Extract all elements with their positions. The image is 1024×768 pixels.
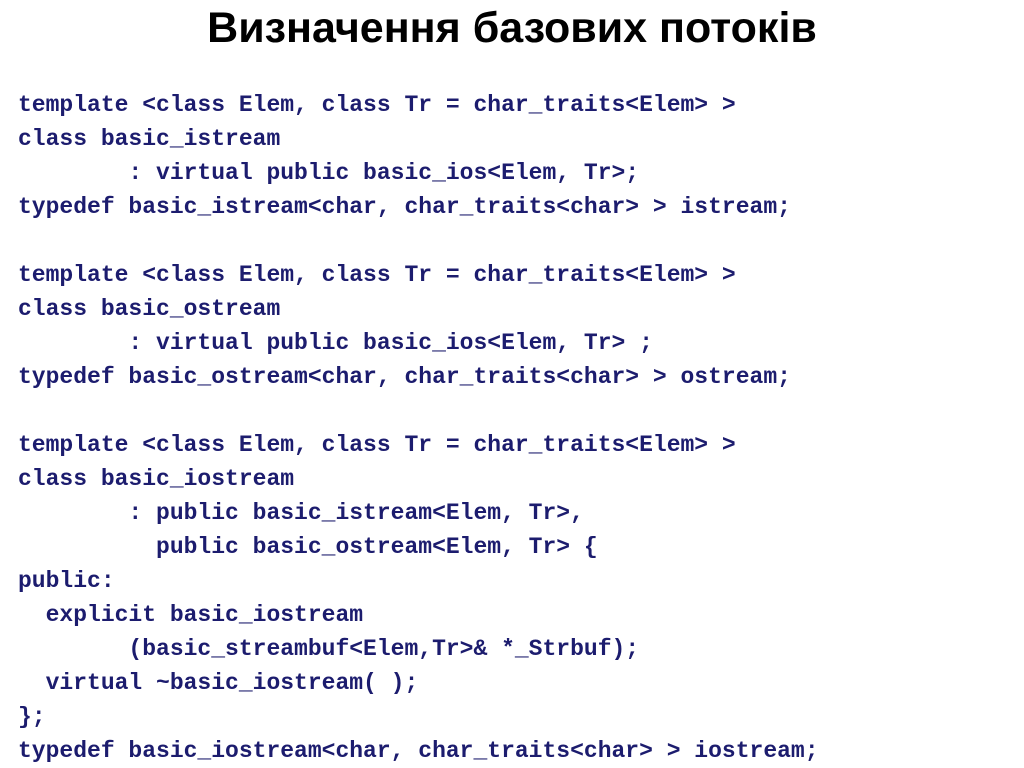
code-line: typedef basic_ostream<char, char_traits<… bbox=[18, 364, 791, 390]
code-line: (basic_streambuf<Elem,Tr>& *_Strbuf); bbox=[18, 636, 640, 662]
code-line: public basic_ostream<Elem, Tr> { bbox=[18, 534, 598, 560]
page-title: Визначення базових потоків bbox=[207, 4, 817, 52]
code-line: : virtual public basic_ios<Elem, Tr>; bbox=[18, 160, 640, 186]
code-line: class basic_iostream bbox=[18, 466, 295, 492]
code-line: explicit basic_iostream bbox=[18, 602, 364, 628]
code-line: : public basic_istream<Elem, Tr>, bbox=[18, 500, 584, 526]
code-line: template <class Elem, class Tr = char_tr… bbox=[18, 262, 736, 288]
code-line: class basic_istream bbox=[18, 126, 281, 152]
code-line: template <class Elem, class Tr = char_tr… bbox=[18, 432, 736, 458]
code-line: typedef basic_iostream<char, char_traits… bbox=[18, 738, 819, 764]
code-block: template <class Elem, class Tr = char_tr… bbox=[18, 88, 1018, 768]
slide-canvas: Визначення базових потоків template <cla… bbox=[0, 0, 1024, 768]
code-line: class basic_ostream bbox=[18, 296, 281, 322]
code-line: public: bbox=[18, 568, 115, 594]
code-line: typedef basic_istream<char, char_traits<… bbox=[18, 194, 791, 220]
code-line: virtual ~basic_iostream( ); bbox=[18, 670, 419, 696]
code-line: : virtual public basic_ios<Elem, Tr> ; bbox=[18, 330, 653, 356]
code-line: template <class Elem, class Tr = char_tr… bbox=[18, 92, 736, 118]
code-line: }; bbox=[18, 704, 46, 730]
